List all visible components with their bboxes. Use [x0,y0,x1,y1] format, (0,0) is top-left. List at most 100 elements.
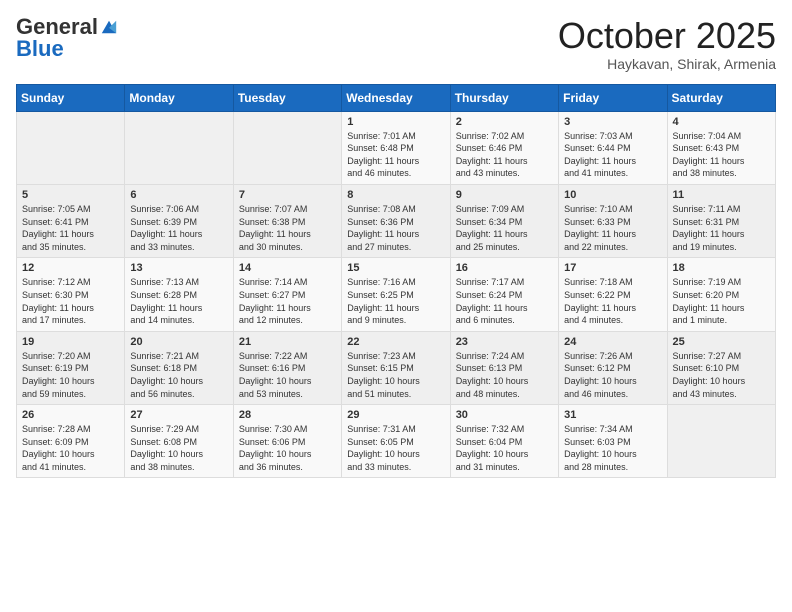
calendar-cell: 28 Sunrise: 7:30 AM Sunset: 6:06 PM Dayli… [233,405,341,478]
calendar-cell: 5Sunrise: 7:05 AM Sunset: 6:41 PM Daylig… [17,184,125,257]
day-info: Sunrise: 7:04 AM Sunset: 6:43 PM Dayligh… [673,130,770,180]
day-number: 13 [130,262,227,274]
logo-icon [100,18,118,36]
calendar-cell: 14 Sunrise: 7:14 AM Sunset: 6:27 PM Dayli… [233,258,341,331]
weekday-header: Wednesday [342,84,450,111]
calendar-cell: 11Sunrise: 7:11 AM Sunset: 6:31 PM Dayli… [667,184,775,257]
day-number: 24 [564,336,661,348]
calendar-cell: 30Sunrise: 7:32 AM Sunset: 6:04 PM Dayli… [450,405,558,478]
calendar-cell: 26Sunrise: 7:28 AM Sunset: 6:09 PM Dayli… [17,405,125,478]
weekday-header: Friday [559,84,667,111]
day-info: Sunrise: 7:17 AM Sunset: 6:24 PM Dayligh… [456,276,553,326]
month-title: October 2025 [558,16,776,56]
calendar-cell [233,111,341,184]
logo-blue-text: Blue [16,36,64,62]
day-info: Sunrise: 7:07 AM Sunset: 6:38 PM Dayligh… [239,203,336,253]
day-number: 28 [239,409,336,421]
day-info: Sunrise: 7:29 AM Sunset: 6:08 PM Dayligh… [130,423,227,473]
calendar-cell: 9Sunrise: 7:09 AM Sunset: 6:34 PM Daylig… [450,184,558,257]
calendar-cell: 15 Sunrise: 7:16 AM Sunset: 6:25 PM Dayli… [342,258,450,331]
day-number: 12 [22,262,119,274]
calendar-cell: 20Sunrise: 7:21 AM Sunset: 6:18 PM Dayli… [125,331,233,404]
day-info: Sunrise: 7:12 AM Sunset: 6:30 PM Dayligh… [22,276,119,326]
calendar-cell: 8Sunrise: 7:08 AM Sunset: 6:36 PM Daylig… [342,184,450,257]
calendar-cell [667,405,775,478]
day-number: 6 [130,189,227,201]
day-info: Sunrise: 7:24 AM Sunset: 6:13 PM Dayligh… [456,350,553,400]
calendar-cell: 27 Sunrise: 7:29 AM Sunset: 6:08 PM Dayli… [125,405,233,478]
location: Haykavan, Shirak, Armenia [558,56,776,72]
calendar-cell: 12 Sunrise: 7:12 AM Sunset: 6:30 PM Dayli… [17,258,125,331]
day-number: 29 [347,409,444,421]
day-info: Sunrise: 7:32 AM Sunset: 6:04 PM Dayligh… [456,423,553,473]
calendar-week-row: 12 Sunrise: 7:12 AM Sunset: 6:30 PM Dayli… [17,258,776,331]
day-number: 19 [22,336,119,348]
day-info: Sunrise: 7:19 AM Sunset: 6:20 PM Dayligh… [673,276,770,326]
calendar-cell: 3Sunrise: 7:03 AM Sunset: 6:44 PM Daylig… [559,111,667,184]
calendar-cell: 29 Sunrise: 7:31 AM Sunset: 6:05 PM Dayli… [342,405,450,478]
page-header: General Blue October 2025 Haykavan, Shir… [16,16,776,72]
day-info: Sunrise: 7:01 AM Sunset: 6:48 PM Dayligh… [347,130,444,180]
day-number: 18 [673,262,770,274]
day-info: Sunrise: 7:20 AM Sunset: 6:19 PM Dayligh… [22,350,119,400]
calendar-cell: 1 Sunrise: 7:01 AM Sunset: 6:48 PM Daylig… [342,111,450,184]
weekday-header: Monday [125,84,233,111]
day-info: Sunrise: 7:02 AM Sunset: 6:46 PM Dayligh… [456,130,553,180]
day-info: Sunrise: 7:30 AM Sunset: 6:06 PM Dayligh… [239,423,336,473]
day-info: Sunrise: 7:10 AM Sunset: 6:33 PM Dayligh… [564,203,661,253]
calendar-week-row: 1 Sunrise: 7:01 AM Sunset: 6:48 PM Daylig… [17,111,776,184]
day-number: 4 [673,116,770,128]
day-info: Sunrise: 7:34 AM Sunset: 6:03 PM Dayligh… [564,423,661,473]
day-number: 7 [239,189,336,201]
day-number: 11 [673,189,770,201]
day-info: Sunrise: 7:03 AM Sunset: 6:44 PM Dayligh… [564,130,661,180]
calendar-week-row: 19 Sunrise: 7:20 AM Sunset: 6:19 PM Dayli… [17,331,776,404]
day-number: 31 [564,409,661,421]
calendar-cell: 17Sunrise: 7:18 AM Sunset: 6:22 PM Dayli… [559,258,667,331]
calendar-cell: 13 Sunrise: 7:13 AM Sunset: 6:28 PM Dayli… [125,258,233,331]
calendar-cell: 2 Sunrise: 7:02 AM Sunset: 6:46 PM Daylig… [450,111,558,184]
calendar-cell: 10 Sunrise: 7:10 AM Sunset: 6:33 PM Dayli… [559,184,667,257]
calendar-cell: 31 Sunrise: 7:34 AM Sunset: 6:03 PM Dayli… [559,405,667,478]
day-info: Sunrise: 7:22 AM Sunset: 6:16 PM Dayligh… [239,350,336,400]
calendar-header-row: SundayMondayTuesdayWednesdayThursdayFrid… [17,84,776,111]
day-number: 5 [22,189,119,201]
day-number: 16 [456,262,553,274]
day-number: 10 [564,189,661,201]
weekday-header: Sunday [17,84,125,111]
day-number: 26 [22,409,119,421]
calendar-cell: 6Sunrise: 7:06 AM Sunset: 6:39 PM Daylig… [125,184,233,257]
day-number: 1 [347,116,444,128]
day-info: Sunrise: 7:08 AM Sunset: 6:36 PM Dayligh… [347,203,444,253]
calendar-cell: 7 Sunrise: 7:07 AM Sunset: 6:38 PM Daylig… [233,184,341,257]
weekday-header: Saturday [667,84,775,111]
calendar-cell [125,111,233,184]
day-info: Sunrise: 7:21 AM Sunset: 6:18 PM Dayligh… [130,350,227,400]
day-info: Sunrise: 7:18 AM Sunset: 6:22 PM Dayligh… [564,276,661,326]
day-number: 21 [239,336,336,348]
day-info: Sunrise: 7:13 AM Sunset: 6:28 PM Dayligh… [130,276,227,326]
calendar-cell: 23 Sunrise: 7:24 AM Sunset: 6:13 PM Dayli… [450,331,558,404]
day-info: Sunrise: 7:27 AM Sunset: 6:10 PM Dayligh… [673,350,770,400]
day-number: 23 [456,336,553,348]
weekday-header: Thursday [450,84,558,111]
calendar-week-row: 26Sunrise: 7:28 AM Sunset: 6:09 PM Dayli… [17,405,776,478]
day-number: 27 [130,409,227,421]
calendar-cell: 19 Sunrise: 7:20 AM Sunset: 6:19 PM Dayli… [17,331,125,404]
day-info: Sunrise: 7:31 AM Sunset: 6:05 PM Dayligh… [347,423,444,473]
day-number: 2 [456,116,553,128]
day-number: 14 [239,262,336,274]
calendar-table: SundayMondayTuesdayWednesdayThursdayFrid… [16,84,776,479]
logo: General Blue [16,16,118,62]
calendar-cell: 4 Sunrise: 7:04 AM Sunset: 6:43 PM Daylig… [667,111,775,184]
weekday-header: Tuesday [233,84,341,111]
logo-general-text: General [16,16,98,38]
day-info: Sunrise: 7:23 AM Sunset: 6:15 PM Dayligh… [347,350,444,400]
day-info: Sunrise: 7:16 AM Sunset: 6:25 PM Dayligh… [347,276,444,326]
day-number: 25 [673,336,770,348]
day-number: 15 [347,262,444,274]
day-number: 22 [347,336,444,348]
day-info: Sunrise: 7:14 AM Sunset: 6:27 PM Dayligh… [239,276,336,326]
calendar-week-row: 5Sunrise: 7:05 AM Sunset: 6:41 PM Daylig… [17,184,776,257]
calendar-cell: 16 Sunrise: 7:17 AM Sunset: 6:24 PM Dayli… [450,258,558,331]
